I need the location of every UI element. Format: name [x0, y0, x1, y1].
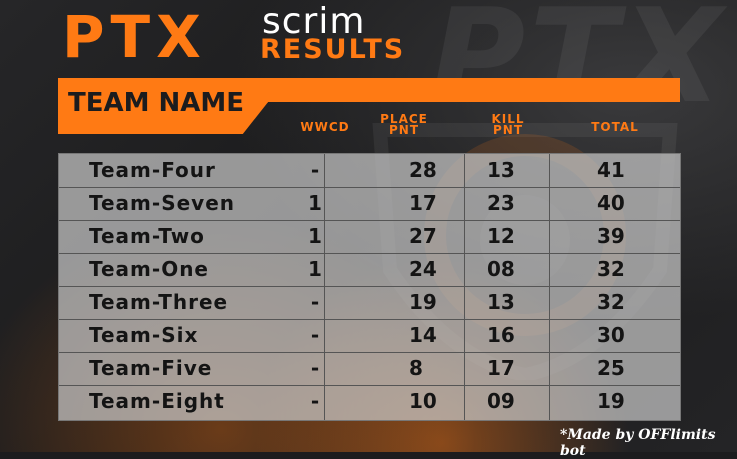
place-points-cell: 27 — [409, 224, 437, 248]
team-name-cell: Team-Four — [89, 158, 216, 182]
column-header-wwcd: WWCD — [290, 120, 360, 134]
team-name-cell: Team-Seven — [89, 191, 235, 215]
total-cell: 25 — [597, 356, 625, 380]
kill-points-cell: 17 — [487, 356, 515, 380]
wwcd-cell: - — [310, 290, 320, 314]
table-row: Team-Eight - 10 09 19 — [59, 385, 680, 418]
total-cell: 41 — [597, 158, 625, 182]
place-points-cell: 19 — [409, 290, 437, 314]
team-name-cell: Team-Two — [89, 224, 205, 248]
wwcd-cell: - — [310, 158, 320, 182]
table-row: Team-Four - 28 13 41 — [59, 154, 680, 188]
total-cell: 32 — [597, 290, 625, 314]
wwcd-cell: 1 — [308, 257, 322, 281]
column-header-total: TOTAL — [575, 120, 655, 134]
team-name-cell: Team-Eight — [89, 389, 225, 413]
kill-points-cell: 12 — [487, 224, 515, 248]
column-header-wwcd-label: WWCD — [300, 120, 350, 134]
team-name-cell: Team-Three — [89, 290, 229, 314]
team-name-header: TEAM NAME — [68, 88, 245, 118]
team-name-cell: Team-One — [89, 257, 209, 281]
kill-points-cell: 13 — [487, 290, 515, 314]
wwcd-cell: 1 — [308, 224, 322, 248]
table-row: Team-Five - 8 17 25 — [59, 352, 680, 386]
column-header-place-line2: PNT — [388, 123, 420, 137]
logo-ptx: PTX — [62, 3, 207, 71]
column-header-kill-line2: PNT — [492, 123, 524, 137]
kill-points-cell: 23 — [487, 191, 515, 215]
kill-points-cell: 08 — [487, 257, 515, 281]
kill-points-cell: 09 — [487, 389, 515, 413]
place-points-cell: 28 — [409, 158, 437, 182]
wwcd-cell: - — [310, 389, 320, 413]
total-cell: 39 — [597, 224, 625, 248]
place-points-cell: 10 — [409, 389, 437, 413]
total-cell: 40 — [597, 191, 625, 215]
column-header-place: PLACE PNT — [374, 113, 434, 137]
table-row: Team-One 1 24 08 32 — [59, 253, 680, 287]
team-name-cell: Team-Five — [89, 356, 213, 380]
wwcd-cell: - — [310, 323, 320, 347]
credit-text: *Made by OFFlimits bot — [560, 427, 716, 459]
place-points-cell: 14 — [409, 323, 437, 347]
wwcd-cell: - — [310, 356, 320, 380]
table-row: Team-Two 1 27 12 39 — [59, 220, 680, 254]
place-points-cell: 8 — [409, 356, 423, 380]
table-row: Team-Seven 1 17 23 40 — [59, 187, 680, 221]
place-points-cell: 24 — [409, 257, 437, 281]
wwcd-cell: 1 — [308, 191, 322, 215]
column-header-total-label: TOTAL — [591, 120, 639, 134]
table-row: Team-Three - 19 13 32 — [59, 286, 680, 320]
column-header-kill: KILL PNT — [480, 113, 536, 137]
total-cell: 30 — [597, 323, 625, 347]
logo-results: RESULTS — [260, 34, 406, 65]
total-cell: 32 — [597, 257, 625, 281]
place-points-cell: 17 — [409, 191, 437, 215]
results-table: Team-Four - 28 13 41 Team-Seven 1 17 23 … — [58, 153, 681, 421]
table-row: Team-Six - 14 16 30 — [59, 319, 680, 353]
kill-points-cell: 16 — [487, 323, 515, 347]
kill-points-cell: 13 — [487, 158, 515, 182]
total-cell: 19 — [597, 389, 625, 413]
team-name-cell: Team-Six — [89, 323, 199, 347]
